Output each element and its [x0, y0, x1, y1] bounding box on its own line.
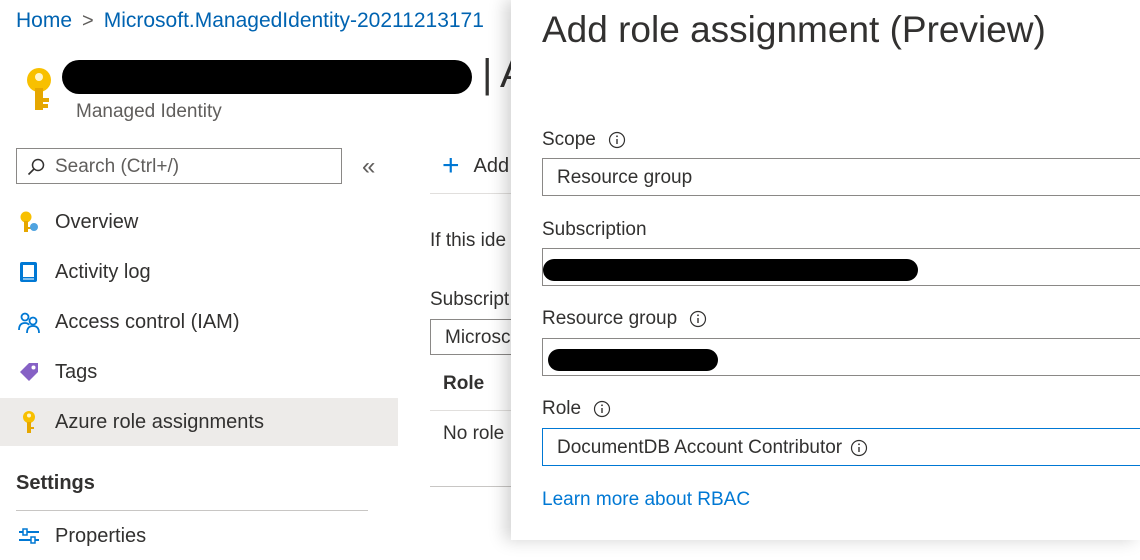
key-icon: [23, 411, 35, 433]
add-button-label: Add: [473, 154, 510, 177]
toolbar-divider: [430, 193, 520, 194]
collapse-menu-button[interactable]: «: [362, 153, 375, 181]
breadcrumb-separator: >: [82, 9, 94, 32]
subscription-filter-value: Microsc: [445, 327, 511, 348]
people-icon: [18, 312, 40, 334]
subscription-select[interactable]: [542, 248, 1140, 286]
managed-identity-key-icon: [27, 68, 51, 110]
resource-group-value-redacted: [548, 349, 718, 371]
sidebar-item-label: Overview: [55, 210, 139, 233]
learn-more-rbac-link[interactable]: Learn more about RBAC: [542, 489, 750, 511]
sidebar-item-label: Tags: [55, 360, 98, 383]
page-description: If this ide: [430, 230, 507, 251]
info-icon[interactable]: [593, 400, 611, 418]
subscription-label: Subscription: [542, 219, 647, 241]
table-divider: [430, 486, 520, 487]
sidebar-item-label: Properties: [55, 524, 147, 547]
empty-table-message: No role: [443, 423, 505, 444]
sidebar-item-overview[interactable]: Overview: [0, 198, 398, 246]
section-divider: [16, 510, 368, 511]
breadcrumb: Home > Microsoft.ManagedIdentity-2021121…: [16, 9, 484, 33]
sidebar-item-label: Azure role assignments: [55, 410, 264, 433]
resource-group-label: Resource group: [542, 308, 707, 330]
info-icon[interactable]: [689, 310, 707, 328]
search-placeholder: Search (Ctrl+/): [55, 156, 180, 177]
plus-icon: +: [442, 149, 460, 182]
sidebar-section-settings: Settings: [16, 472, 95, 494]
info-icon[interactable]: [608, 131, 626, 149]
sidebar-item-activity-log[interactable]: Activity log: [0, 248, 398, 296]
role-label-text: Role: [542, 398, 582, 419]
sidebar-item-access-control[interactable]: Access control (IAM): [0, 298, 398, 346]
properties-icon: [19, 528, 39, 544]
search-input[interactable]: Search (Ctrl+/): [16, 148, 342, 184]
table-divider: [430, 410, 520, 411]
table-header-role: Role: [443, 373, 485, 394]
add-role-assignment-panel: Add role assignment (Preview) Scope Reso…: [511, 0, 1140, 540]
role-value: DocumentDB Account Contributor: [557, 437, 868, 459]
scope-select[interactable]: Resource group: [542, 158, 1140, 196]
resource-group-label-text: Resource group: [542, 308, 678, 329]
resource-name-redacted: [62, 60, 472, 94]
info-icon[interactable]: [850, 439, 868, 457]
scope-label: Scope: [542, 129, 626, 151]
role-label: Role: [542, 398, 611, 420]
scope-value: Resource group: [557, 167, 693, 188]
role-select[interactable]: DocumentDB Account Contributor: [542, 428, 1140, 466]
resource-group-select[interactable]: [542, 338, 1140, 376]
activity-log-icon: [20, 262, 37, 282]
subscription-filter-label: Subscript: [430, 289, 510, 310]
add-role-assignment-button[interactable]: + Add: [442, 149, 510, 182]
sidebar-item-label: Activity log: [55, 260, 151, 283]
subscription-value-redacted: [543, 259, 918, 281]
breadcrumb-home-link[interactable]: Home: [16, 9, 72, 33]
subscription-label-text: Subscription: [542, 219, 647, 240]
resource-type-label: Managed Identity: [76, 101, 222, 122]
role-value-text: DocumentDB Account Contributor: [557, 437, 843, 458]
tag-icon: [20, 363, 38, 381]
panel-title: Add role assignment (Preview): [542, 9, 1046, 50]
title-separator: |: [482, 52, 493, 96]
search-icon: [27, 158, 45, 176]
sidebar-item-azure-role-assignments[interactable]: Azure role assignments: [0, 398, 398, 446]
scope-label-text: Scope: [542, 129, 596, 150]
sidebar-item-tags[interactable]: Tags: [0, 348, 398, 396]
sidebar-item-label: Access control (IAM): [55, 310, 240, 333]
sidebar-item-properties[interactable]: Properties: [0, 512, 398, 560]
breadcrumb-resource-link[interactable]: Microsoft.ManagedIdentity-20211213171: [104, 9, 484, 33]
key-overview-icon: [20, 211, 38, 232]
